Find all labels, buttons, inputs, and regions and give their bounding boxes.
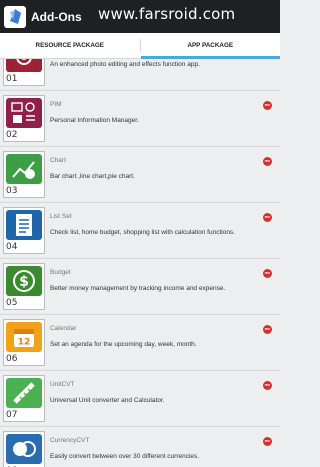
item-description: Easily convert between over 30 different… [50, 453, 200, 460]
item-number: 06 [6, 354, 18, 364]
photo-editor-icon [6, 59, 42, 72]
app-logo-icon [4, 5, 26, 28]
item-title: UnitCVT [50, 381, 75, 388]
list-item[interactable]: 01 An enhanced photo editing and effects… [0, 59, 280, 91]
addon-list: 01 An enhanced photo editing and effects… [0, 59, 280, 467]
item-thumbnail: 02 [3, 95, 45, 142]
item-thumbnail: 08 [3, 431, 45, 467]
pro-badge[interactable]: PRO [263, 381, 272, 390]
item-description: Bar chart ,line chart,pie chart. [50, 173, 135, 180]
item-description: Universal Unit converter and Calculator. [50, 397, 165, 404]
item-description: Better money management by tracking inco… [50, 285, 226, 292]
pro-badge[interactable]: PRO [263, 157, 272, 166]
item-number: 02 [6, 130, 18, 140]
item-description: An enhanced photo editing and effects fu… [50, 61, 200, 68]
item-title: PIM [50, 101, 62, 108]
item-thumbnail: $ 05 [3, 263, 45, 310]
pro-badge[interactable]: PRO [263, 325, 272, 334]
pro-badge[interactable]: PRO [263, 437, 272, 446]
item-number: 04 [6, 242, 18, 252]
tab-label: RESOURCE PACKAGE [35, 42, 104, 49]
item-title: Budget [50, 269, 71, 276]
item-number: 01 [6, 74, 18, 84]
chart-icon [6, 154, 42, 184]
item-description: Set an agenda for the upcoming day, week… [50, 341, 197, 348]
list-item[interactable]: $ 05 Budget Better money management by t… [0, 259, 280, 315]
item-thumbnail: 07 [3, 375, 45, 422]
list-item[interactable]: 12 06 Calendar Set an agenda for the upc… [0, 315, 280, 371]
watermark-text: www.farsroid.com [98, 5, 236, 23]
tab-resource-package[interactable]: RESOURCE PACKAGE [0, 33, 140, 58]
tab-label: APP PACKAGE [187, 42, 234, 49]
item-description: Personal Information Manager. [50, 117, 139, 124]
ruler-icon [6, 378, 42, 408]
tab-bar: RESOURCE PACKAGE APP PACKAGE [0, 33, 280, 59]
calendar-icon: 12 [6, 322, 42, 352]
list-item[interactable]: 07 UnitCVT Universal Unit converter and … [0, 371, 280, 427]
item-thumbnail: 01 [3, 59, 45, 86]
item-thumbnail: 03 [3, 151, 45, 198]
list-item[interactable]: 08 CurrencyCVT Easily convert between ov… [0, 427, 280, 467]
currency-icon [6, 434, 42, 464]
list-item[interactable]: 03 Chart Bar chart ,line chart,pie chart… [0, 147, 280, 203]
pro-badge[interactable]: PRO [263, 101, 272, 110]
svg-text:$: $ [19, 274, 29, 290]
item-title: CurrencyCVT [50, 437, 90, 444]
tab-app-package[interactable]: APP PACKAGE [140, 33, 281, 59]
item-thumbnail: 04 [3, 207, 45, 254]
item-number: 03 [6, 186, 18, 196]
pim-icon [6, 98, 42, 128]
item-number: 05 [6, 298, 18, 308]
top-bar: Add-Ons www.farsroid.com [0, 0, 280, 33]
svg-text:12: 12 [18, 338, 31, 348]
pro-badge[interactable]: PRO [263, 269, 272, 278]
list-icon [6, 210, 42, 240]
item-title: List Set [50, 213, 72, 220]
item-title: Chart [50, 157, 66, 164]
item-title: Calendar [50, 325, 77, 332]
item-number: 07 [6, 410, 18, 420]
item-thumbnail: 12 06 [3, 319, 45, 366]
pro-badge[interactable]: PRO [263, 213, 272, 222]
dollar-icon: $ [6, 266, 42, 296]
list-item[interactable]: 02 PIM Personal Information Manager. PRO [0, 91, 280, 147]
item-description: Check list, home budget, shopping list w… [50, 229, 235, 236]
list-item[interactable]: 04 List Set Check list, home budget, sho… [0, 203, 280, 259]
app-title: Add-Ons [31, 9, 82, 24]
